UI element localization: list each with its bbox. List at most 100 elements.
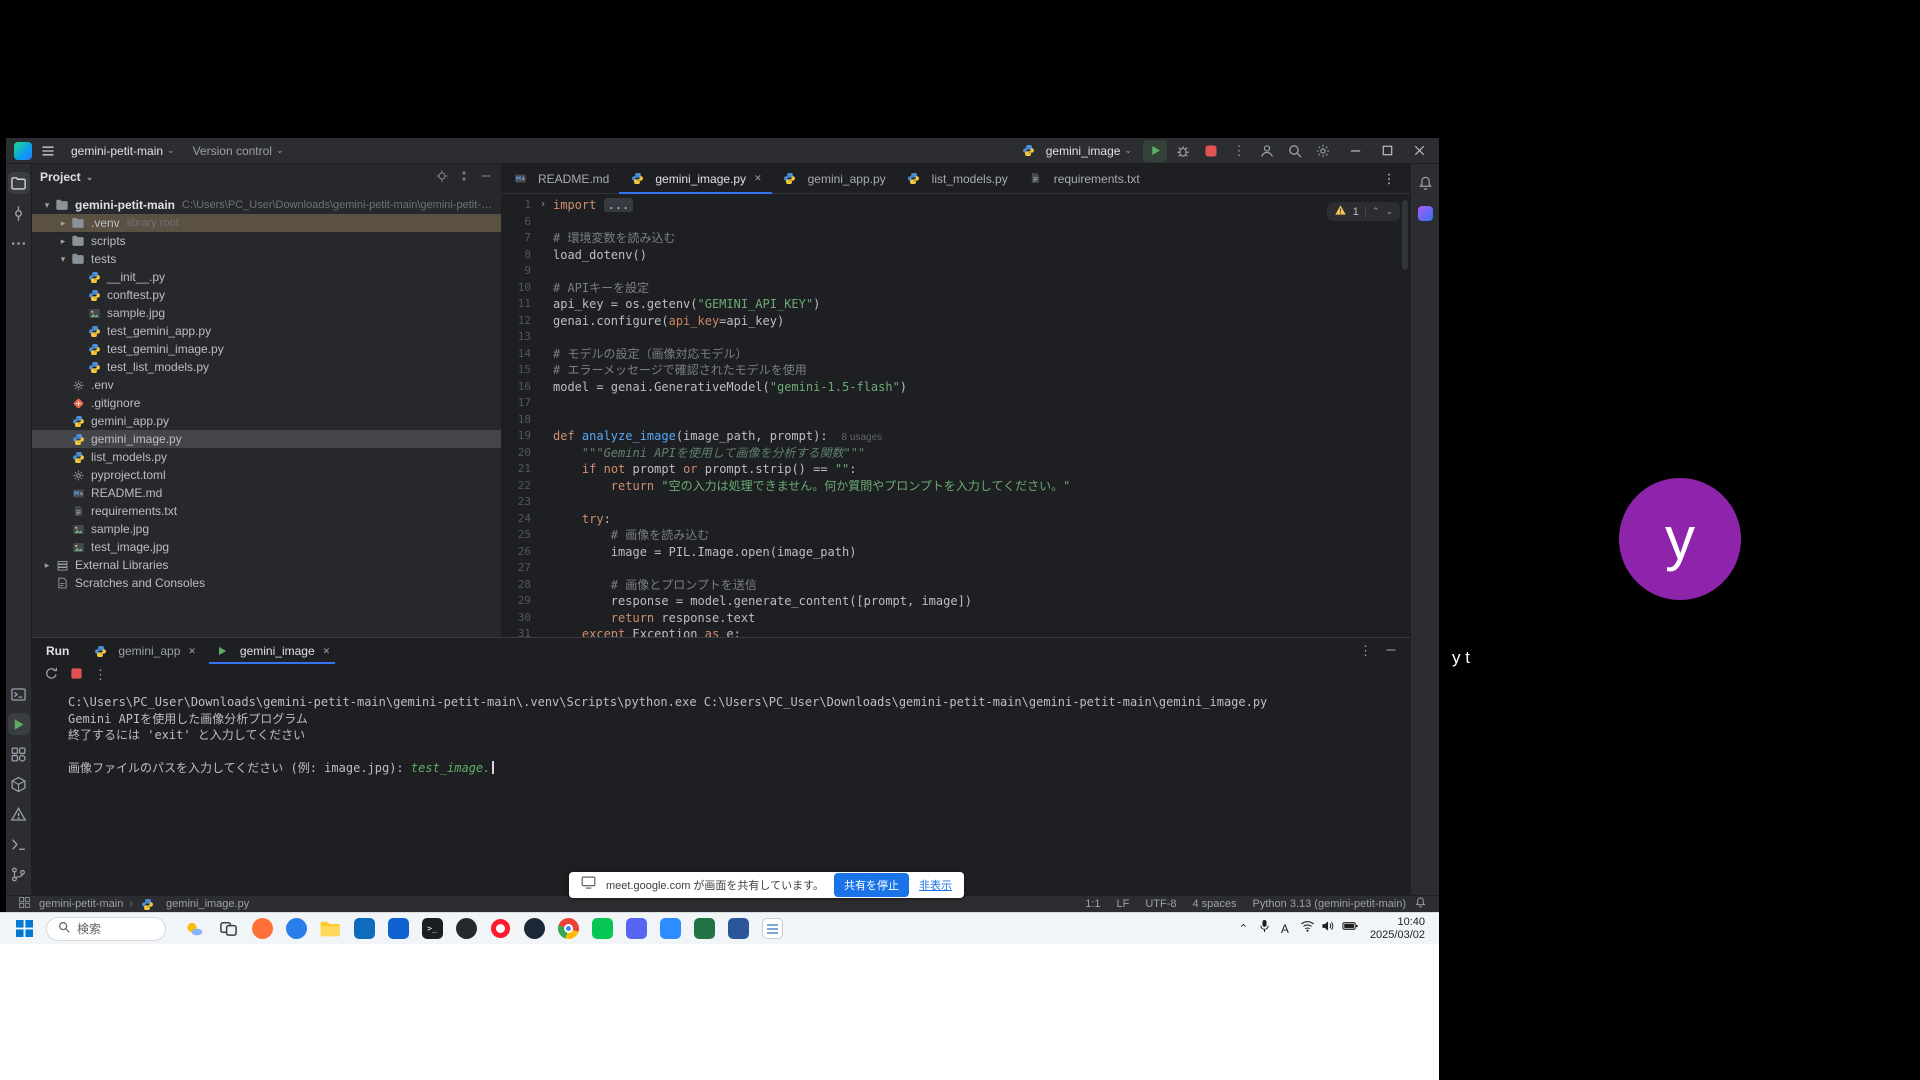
- zoom-icon[interactable]: [658, 917, 682, 941]
- status-notifications-icon[interactable]: [1414, 896, 1427, 912]
- fold-icon[interactable]: ›: [540, 197, 553, 214]
- hide-panel-icon[interactable]: [479, 169, 493, 186]
- prev-problem-icon[interactable]: ⌃: [1372, 206, 1380, 217]
- status-item[interactable]: 4 spaces: [1193, 898, 1237, 910]
- tab-README.md[interactable]: README.md: [502, 164, 619, 193]
- excel-icon[interactable]: [692, 917, 716, 941]
- console-output[interactable]: C:\Users\PC_User\Downloads\gemini-petit-…: [32, 686, 1410, 895]
- minimize-button[interactable]: [1343, 140, 1367, 162]
- tab-list_models.py[interactable]: list_models.py: [896, 164, 1018, 193]
- tree-item[interactable]: ▸scripts: [32, 232, 501, 250]
- firefox-icon[interactable]: [250, 917, 274, 941]
- tree-item[interactable]: test_image.jpg: [32, 538, 501, 556]
- debug-button[interactable]: [1171, 140, 1195, 162]
- hide-banner-link[interactable]: 非表示: [919, 877, 952, 893]
- run-tab-gemini_image[interactable]: gemini_image✕: [205, 638, 339, 664]
- chevron-down-icon[interactable]: ▾: [56, 254, 70, 265]
- taskview-icon[interactable]: [216, 917, 240, 941]
- status-item[interactable]: LF: [1116, 898, 1129, 910]
- word-icon[interactable]: [726, 917, 750, 941]
- run-icon[interactable]: [8, 713, 30, 735]
- status-item[interactable]: 1:1: [1085, 898, 1100, 910]
- store-icon[interactable]: [386, 917, 410, 941]
- project-widget[interactable]: gemini-petit-main⌄: [64, 140, 182, 162]
- tree-item[interactable]: requirements.txt: [32, 502, 501, 520]
- edge-icon[interactable]: [284, 917, 308, 941]
- taskbar-clock[interactable]: 10:40 2025/03/02: [1370, 916, 1425, 942]
- select-opened-file-icon[interactable]: [435, 169, 449, 186]
- mic-icon[interactable]: [1259, 919, 1270, 938]
- services-icon[interactable]: [8, 743, 30, 765]
- breadcrumb-item[interactable]: gemini-petit-main: [39, 898, 123, 910]
- python-packages-icon[interactable]: [8, 773, 30, 795]
- chrome-icon[interactable]: [556, 917, 580, 941]
- close-tab-icon[interactable]: ✕: [188, 646, 196, 657]
- explorer-icon[interactable]: [318, 917, 342, 941]
- chevron-down-icon[interactable]: ▾: [40, 200, 54, 211]
- settings-icon[interactable]: [1311, 140, 1335, 162]
- status-item[interactable]: UTF-8: [1145, 898, 1176, 910]
- tree-item[interactable]: Scratches and Consoles: [32, 574, 501, 592]
- close-tab-icon[interactable]: ✕: [754, 173, 762, 184]
- close-tab-icon[interactable]: ✕: [323, 646, 331, 657]
- start-button[interactable]: [10, 916, 38, 942]
- run-tab-gemini_app[interactable]: gemini_app✕: [83, 638, 205, 664]
- chevron-right-icon[interactable]: ▸: [40, 560, 54, 571]
- problems-icon[interactable]: [8, 803, 30, 825]
- project-panel-title[interactable]: Project⌄: [40, 170, 93, 184]
- commit-icon[interactable]: [8, 202, 30, 224]
- tree-item[interactable]: test_list_models.py: [32, 358, 501, 376]
- tree-item[interactable]: ▾tests: [32, 250, 501, 268]
- opera-icon[interactable]: [488, 917, 512, 941]
- tree-item[interactable]: pyproject.toml: [32, 466, 501, 484]
- ime-indicator[interactable]: A: [1281, 922, 1289, 936]
- chevron-right-icon[interactable]: ▸: [56, 218, 70, 229]
- tree-item[interactable]: sample.jpg: [32, 304, 501, 322]
- run-more-icon[interactable]: ⋮: [1359, 643, 1372, 659]
- notifications-icon[interactable]: [1414, 172, 1436, 194]
- editor-scrollbar[interactable]: [1402, 200, 1408, 270]
- tree-item[interactable]: list_models.py: [32, 448, 501, 466]
- notepad-icon[interactable]: [760, 917, 784, 941]
- more-tool-windows-icon[interactable]: [8, 232, 30, 254]
- ai-assistant-icon[interactable]: [1414, 202, 1436, 224]
- more-actions-icon[interactable]: ⋮: [1227, 140, 1251, 162]
- tab-gemini_app.py[interactable]: gemini_app.py: [772, 164, 896, 193]
- steam-icon[interactable]: [522, 917, 546, 941]
- usages-inlay[interactable]: 8 usages: [842, 432, 883, 443]
- editor-tabs-more-icon[interactable]: [1382, 171, 1404, 190]
- user-account-icon[interactable]: [1255, 140, 1279, 162]
- terminal-icon[interactable]: [8, 833, 30, 855]
- hidden-icons-chevron[interactable]: ⌃: [1239, 922, 1248, 935]
- tree-item[interactable]: test_gemini_image.py: [32, 340, 501, 358]
- tree-item[interactable]: ▸External Libraries: [32, 556, 501, 574]
- run-config-selector[interactable]: gemini_image⌄: [1014, 140, 1139, 162]
- tree-item[interactable]: README.md: [32, 484, 501, 502]
- github-icon[interactable]: [454, 917, 478, 941]
- stop-process-icon[interactable]: [70, 667, 83, 683]
- console-options-icon[interactable]: ⋮: [94, 667, 107, 683]
- maximize-button[interactable]: [1375, 140, 1399, 162]
- close-button[interactable]: [1407, 140, 1431, 162]
- version-control-icon[interactable]: [8, 863, 30, 885]
- terminal-icon[interactable]: >_: [420, 917, 444, 941]
- next-problem-icon[interactable]: ⌄: [1385, 206, 1393, 217]
- status-item[interactable]: Python 3.13 (gemini-petit-main): [1253, 898, 1406, 910]
- tree-item[interactable]: conftest.py: [32, 286, 501, 304]
- search-everywhere-icon[interactable]: [1283, 140, 1307, 162]
- tree-item[interactable]: .gitignore: [32, 394, 501, 412]
- code-lines[interactable]: 1›import ...6 7# 環境変数を読み込む8load_dotenv()…: [502, 194, 1410, 637]
- chevron-right-icon[interactable]: ▸: [56, 236, 70, 247]
- collapse-all-icon[interactable]: [457, 169, 471, 186]
- tree-item[interactable]: sample.jpg: [32, 520, 501, 538]
- breadcrumb-item[interactable]: gemini_image.py: [166, 898, 249, 910]
- toolwindow-switcher-icon[interactable]: [18, 896, 31, 912]
- tab-requirements.txt[interactable]: requirements.txt: [1018, 164, 1150, 193]
- vcs-widget[interactable]: Version control⌄: [186, 140, 291, 162]
- tree-item[interactable]: gemini_app.py: [32, 412, 501, 430]
- python-console-icon[interactable]: [8, 683, 30, 705]
- quick-settings[interactable]: [1300, 919, 1359, 938]
- inspections-widget[interactable]: 1 ⌃ ⌄: [1327, 202, 1400, 221]
- tree-item[interactable]: test_gemini_app.py: [32, 322, 501, 340]
- run-button[interactable]: [1143, 140, 1167, 162]
